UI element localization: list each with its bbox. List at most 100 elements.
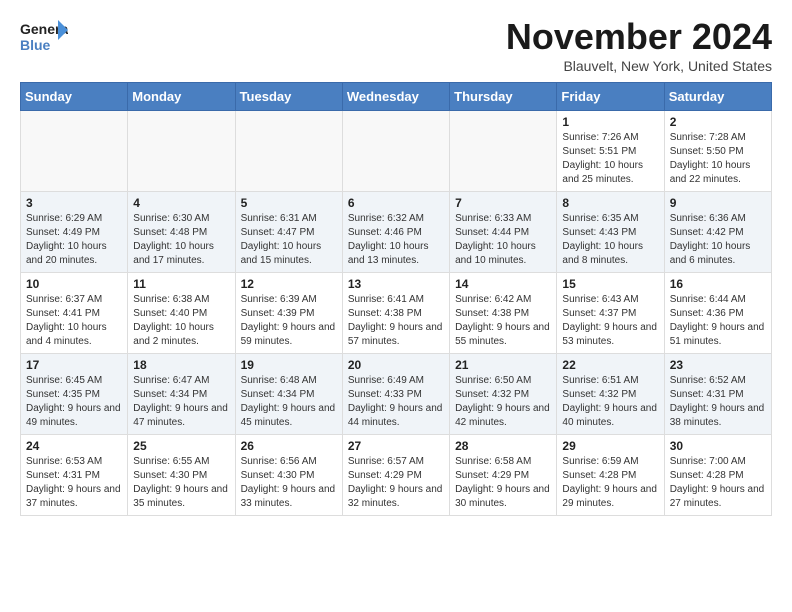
day-info: Sunrise: 6:49 AM Sunset: 4:33 PM Dayligh…: [348, 374, 444, 430]
day-info: Sunrise: 6:58 AM Sunset: 4:29 PM Dayligh…: [455, 455, 551, 511]
weekday-header-saturday: Saturday: [664, 83, 771, 111]
day-number: 18: [133, 358, 229, 372]
day-number: 13: [348, 277, 444, 291]
day-number: 2: [670, 115, 766, 129]
weekday-header-row: SundayMondayTuesdayWednesdayThursdayFrid…: [21, 83, 772, 111]
day-number: 3: [26, 196, 122, 210]
day-number: 5: [241, 196, 337, 210]
header: GeneralBlue November 2024 Blauvelt, New …: [20, 16, 772, 74]
calendar-cell: 7 Sunrise: 6:33 AM Sunset: 4:44 PM Daylig…: [450, 192, 557, 273]
weekday-header-monday: Monday: [128, 83, 235, 111]
day-info: Sunrise: 6:37 AM Sunset: 4:41 PM Dayligh…: [26, 293, 122, 349]
calendar-cell: [450, 111, 557, 192]
calendar-cell: 15 Sunrise: 6:43 AM Sunset: 4:37 PM Dayli…: [557, 273, 664, 354]
day-number: 4: [133, 196, 229, 210]
day-info: Sunrise: 6:30 AM Sunset: 4:48 PM Dayligh…: [133, 212, 229, 268]
day-info: Sunrise: 6:51 AM Sunset: 4:32 PM Dayligh…: [562, 374, 658, 430]
weekday-header-friday: Friday: [557, 83, 664, 111]
day-number: 24: [26, 439, 122, 453]
day-info: Sunrise: 6:52 AM Sunset: 4:31 PM Dayligh…: [670, 374, 766, 430]
day-number: 6: [348, 196, 444, 210]
calendar-cell: 26Sunrise: 6:56 AM Sunset: 4:30 PM Dayli…: [235, 435, 342, 516]
title-section: November 2024 Blauvelt, New York, United…: [506, 16, 772, 74]
day-number: 19: [241, 358, 337, 372]
day-info: Sunrise: 6:55 AM Sunset: 4:30 PM Dayligh…: [133, 455, 229, 511]
day-number: 25: [133, 439, 229, 453]
day-number: 28: [455, 439, 551, 453]
calendar-cell: 18 Sunrise: 6:47 AM Sunset: 4:34 PM Dayli…: [128, 354, 235, 435]
day-info: Sunrise: 6:38 AM Sunset: 4:40 PM Dayligh…: [133, 293, 229, 349]
weekday-header-thursday: Thursday: [450, 83, 557, 111]
calendar-cell: 3 Sunrise: 6:29 AM Sunset: 4:49 PM Daylig…: [21, 192, 128, 273]
calendar-cell: 17Sunrise: 6:45 AM Sunset: 4:35 PM Dayli…: [21, 354, 128, 435]
day-info: Sunrise: 6:35 AM Sunset: 4:43 PM Dayligh…: [562, 212, 658, 268]
day-number: 7: [455, 196, 551, 210]
calendar-cell: 22 Sunrise: 6:51 AM Sunset: 4:32 PM Dayli…: [557, 354, 664, 435]
day-number: 14: [455, 277, 551, 291]
day-info: Sunrise: 6:50 AM Sunset: 4:32 PM Dayligh…: [455, 374, 551, 430]
day-number: 17: [26, 358, 122, 372]
day-info: Sunrise: 6:42 AM Sunset: 4:38 PM Dayligh…: [455, 293, 551, 349]
logo-svg: GeneralBlue: [20, 16, 68, 60]
day-info: Sunrise: 6:39 AM Sunset: 4:39 PM Dayligh…: [241, 293, 337, 349]
location: Blauvelt, New York, United States: [506, 58, 772, 74]
week-row-1: 1 Sunrise: 7:26 AM Sunset: 5:51 PM Daylig…: [21, 111, 772, 192]
day-number: 9: [670, 196, 766, 210]
day-info: Sunrise: 6:31 AM Sunset: 4:47 PM Dayligh…: [241, 212, 337, 268]
calendar-cell: 29 Sunrise: 6:59 AM Sunset: 4:28 PM Dayli…: [557, 435, 664, 516]
weekday-header-sunday: Sunday: [21, 83, 128, 111]
weekday-header-tuesday: Tuesday: [235, 83, 342, 111]
week-row-2: 3 Sunrise: 6:29 AM Sunset: 4:49 PM Daylig…: [21, 192, 772, 273]
calendar-cell: 5 Sunrise: 6:31 AM Sunset: 4:47 PM Daylig…: [235, 192, 342, 273]
calendar-cell: 12Sunrise: 6:39 AM Sunset: 4:39 PM Dayli…: [235, 273, 342, 354]
calendar-cell: 6Sunrise: 6:32 AM Sunset: 4:46 PM Daylig…: [342, 192, 449, 273]
month-title: November 2024: [506, 16, 772, 58]
day-info: Sunrise: 6:43 AM Sunset: 4:37 PM Dayligh…: [562, 293, 658, 349]
calendar-cell: 23 Sunrise: 6:52 AM Sunset: 4:31 PM Dayli…: [664, 354, 771, 435]
calendar-cell: 11 Sunrise: 6:38 AM Sunset: 4:40 PM Dayli…: [128, 273, 235, 354]
day-number: 15: [562, 277, 658, 291]
day-number: 8: [562, 196, 658, 210]
day-info: Sunrise: 6:47 AM Sunset: 4:34 PM Dayligh…: [133, 374, 229, 430]
day-info: Sunrise: 6:36 AM Sunset: 4:42 PM Dayligh…: [670, 212, 766, 268]
day-number: 27: [348, 439, 444, 453]
calendar-cell: [342, 111, 449, 192]
day-number: 1: [562, 115, 658, 129]
calendar-cell: 20Sunrise: 6:49 AM Sunset: 4:33 PM Dayli…: [342, 354, 449, 435]
calendar-cell: [128, 111, 235, 192]
weekday-header-wednesday: Wednesday: [342, 83, 449, 111]
calendar-cell: 2Sunrise: 7:28 AM Sunset: 5:50 PM Daylig…: [664, 111, 771, 192]
calendar-cell: 24 Sunrise: 6:53 AM Sunset: 4:31 PM Dayli…: [21, 435, 128, 516]
day-number: 21: [455, 358, 551, 372]
day-info: Sunrise: 6:29 AM Sunset: 4:49 PM Dayligh…: [26, 212, 122, 268]
calendar-cell: 13Sunrise: 6:41 AM Sunset: 4:38 PM Dayli…: [342, 273, 449, 354]
calendar-cell: 16 Sunrise: 6:44 AM Sunset: 4:36 PM Dayli…: [664, 273, 771, 354]
day-info: Sunrise: 6:44 AM Sunset: 4:36 PM Dayligh…: [670, 293, 766, 349]
day-number: 23: [670, 358, 766, 372]
day-info: Sunrise: 6:53 AM Sunset: 4:31 PM Dayligh…: [26, 455, 122, 511]
calendar-cell: 9 Sunrise: 6:36 AM Sunset: 4:42 PM Daylig…: [664, 192, 771, 273]
logo: GeneralBlue: [20, 16, 68, 60]
calendar-cell: 19 Sunrise: 6:48 AM Sunset: 4:34 PM Dayli…: [235, 354, 342, 435]
calendar-cell: 4 Sunrise: 6:30 AM Sunset: 4:48 PM Daylig…: [128, 192, 235, 273]
day-number: 22: [562, 358, 658, 372]
day-number: 16: [670, 277, 766, 291]
calendar-cell: 27 Sunrise: 6:57 AM Sunset: 4:29 PM Dayli…: [342, 435, 449, 516]
day-info: Sunrise: 6:57 AM Sunset: 4:29 PM Dayligh…: [348, 455, 444, 511]
svg-text:Blue: Blue: [20, 37, 51, 53]
day-number: 29: [562, 439, 658, 453]
week-row-5: 24 Sunrise: 6:53 AM Sunset: 4:31 PM Dayli…: [21, 435, 772, 516]
calendar-cell: 30Sunrise: 7:00 AM Sunset: 4:28 PM Dayli…: [664, 435, 771, 516]
day-info: Sunrise: 6:48 AM Sunset: 4:34 PM Dayligh…: [241, 374, 337, 430]
day-info: Sunrise: 7:00 AM Sunset: 4:28 PM Dayligh…: [670, 455, 766, 511]
calendar: SundayMondayTuesdayWednesdayThursdayFrid…: [20, 82, 772, 516]
day-info: Sunrise: 6:59 AM Sunset: 4:28 PM Dayligh…: [562, 455, 658, 511]
day-number: 10: [26, 277, 122, 291]
calendar-cell: 14 Sunrise: 6:42 AM Sunset: 4:38 PM Dayli…: [450, 273, 557, 354]
calendar-cell: 25 Sunrise: 6:55 AM Sunset: 4:30 PM Dayli…: [128, 435, 235, 516]
day-info: Sunrise: 7:26 AM Sunset: 5:51 PM Dayligh…: [562, 131, 658, 187]
week-row-3: 10 Sunrise: 6:37 AM Sunset: 4:41 PM Dayli…: [21, 273, 772, 354]
calendar-cell: [235, 111, 342, 192]
day-number: 11: [133, 277, 229, 291]
day-info: Sunrise: 6:33 AM Sunset: 4:44 PM Dayligh…: [455, 212, 551, 268]
